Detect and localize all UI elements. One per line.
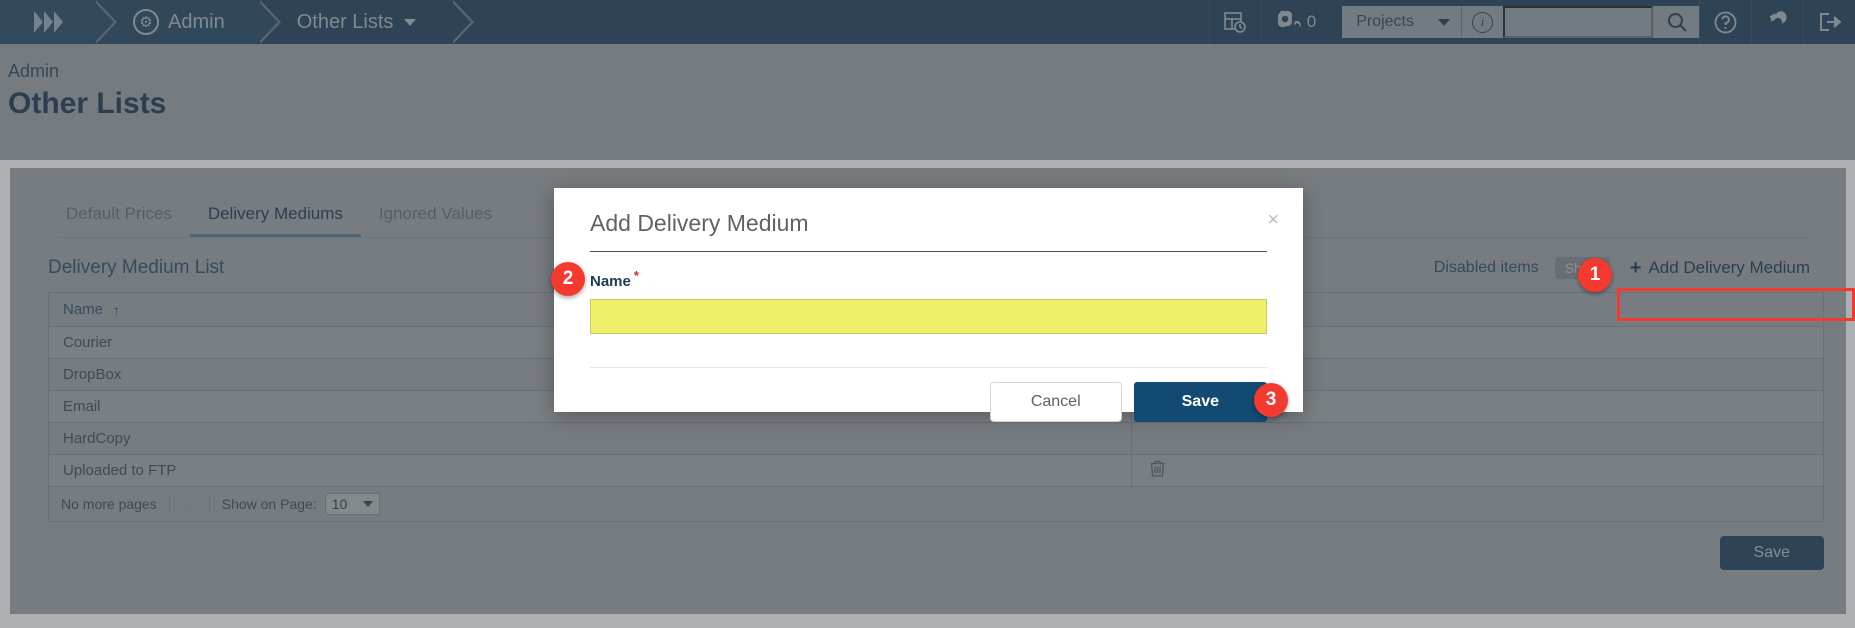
modal-body: Name * [554, 252, 1303, 334]
name-field-label: Name * [590, 268, 639, 290]
modal-header: Add Delivery Medium × [554, 188, 1303, 237]
name-field-label-text: Name [590, 273, 631, 290]
annotation-marker-2: 2 [551, 262, 585, 296]
modal-save-button[interactable]: Save [1133, 382, 1267, 422]
close-icon[interactable]: × [1267, 210, 1279, 230]
annotation-marker-3: 3 [1254, 383, 1288, 417]
modal-title: Add Delivery Medium [590, 210, 809, 236]
annotation-marker-1: 1 [1578, 258, 1612, 292]
app-root: ⚙ Admin Other Lists 0 Projects i Admin O… [0, 0, 1855, 628]
cancel-button[interactable]: Cancel [989, 382, 1122, 422]
name-field[interactable] [590, 299, 1267, 334]
required-asterisk: * [633, 268, 639, 283]
add-delivery-medium-dialog: Add Delivery Medium × Name * Cancel Save [554, 188, 1303, 422]
modal-footer: Cancel Save [554, 368, 1303, 422]
